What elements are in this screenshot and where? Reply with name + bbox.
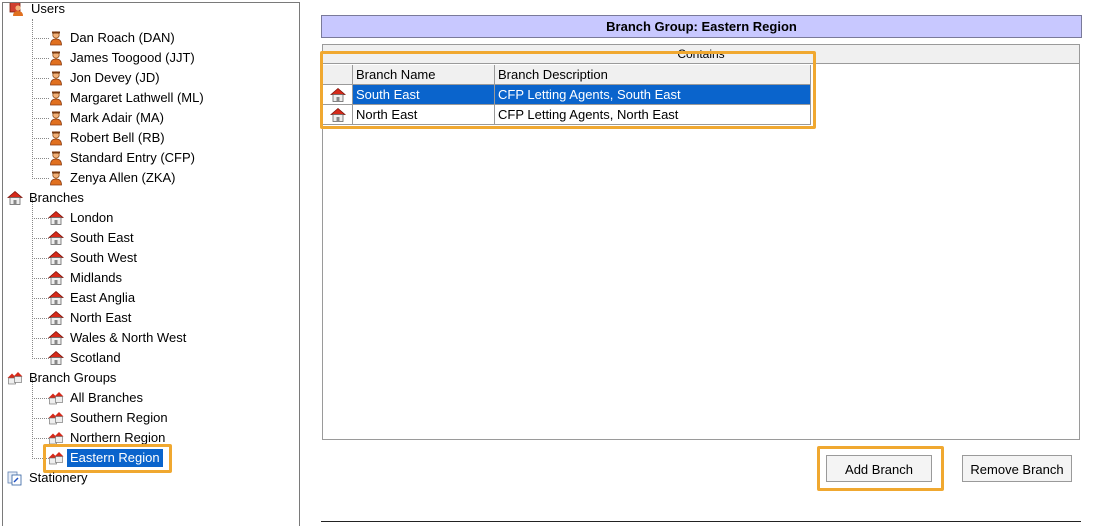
tree-node-label: Midlands bbox=[70, 270, 123, 285]
branch-name-cell[interactable]: North East bbox=[353, 105, 495, 125]
branch-house-icon bbox=[330, 107, 346, 123]
tree-node-label: South West bbox=[70, 250, 137, 265]
divider bbox=[321, 521, 1081, 522]
tree-node-branch-group[interactable]: Northern Region bbox=[48, 428, 168, 448]
tree-node-label: North East bbox=[70, 310, 132, 325]
tree-node-user[interactable]: Margaret Lathwell (ML) bbox=[48, 88, 207, 108]
branch-house-icon bbox=[330, 87, 346, 103]
tree-node-label: Dan Roach (DAN) bbox=[70, 30, 175, 45]
user-icon bbox=[48, 30, 64, 46]
branch-house-icon bbox=[7, 190, 23, 206]
branch-group-icon bbox=[7, 370, 23, 386]
tree-node-user[interactable]: Mark Adair (MA) bbox=[48, 108, 167, 128]
grid-header-row: Branch Name Branch Description bbox=[323, 65, 811, 85]
tree-node-label: Robert Bell (RB) bbox=[70, 130, 165, 145]
branch-house-icon bbox=[48, 210, 64, 226]
tree-node-user[interactable]: Jon Devey (JD) bbox=[48, 68, 163, 88]
stationery-icon bbox=[7, 470, 23, 486]
users-icon bbox=[9, 2, 25, 17]
tree-node-branches[interactable]: Branches bbox=[7, 188, 87, 208]
tree-node-user[interactable]: Dan Roach (DAN) bbox=[48, 28, 178, 48]
branch-house-icon bbox=[48, 290, 64, 306]
branch-house-icon bbox=[48, 330, 64, 346]
user-icon bbox=[48, 90, 64, 106]
tree-node-branch[interactable]: South East bbox=[48, 228, 137, 248]
tree-node-user[interactable]: James Toogood (JJT) bbox=[48, 48, 198, 68]
tree-node-branch[interactable]: Midlands bbox=[48, 268, 125, 288]
tree-node-user[interactable]: Zenya Allen (ZKA) bbox=[48, 168, 179, 188]
tree-node-label: All Branches bbox=[70, 390, 143, 405]
tree-node-label: Jon Devey (JD) bbox=[70, 70, 160, 85]
tree-node-branch-group[interactable]: All Branches bbox=[48, 388, 146, 408]
tree-node-label: Stationery bbox=[29, 470, 88, 485]
column-header-branch-name[interactable]: Branch Name bbox=[353, 65, 495, 85]
contains-panel: Contains Branch Name Branch Description … bbox=[322, 44, 1080, 440]
branch-group-icon bbox=[48, 430, 64, 446]
tree-node-label: Branch Groups bbox=[29, 370, 117, 385]
tree-node-label: Eastern Region bbox=[67, 449, 163, 467]
contains-header: Contains bbox=[323, 45, 1079, 64]
tree-node-label: Southern Region bbox=[70, 410, 168, 425]
branch-house-icon bbox=[48, 270, 64, 286]
tree-node-label: East Anglia bbox=[70, 290, 136, 305]
tree-node-branch[interactable]: North East bbox=[48, 308, 134, 328]
tree-node-label: London bbox=[70, 210, 114, 225]
column-header-branch-description[interactable]: Branch Description bbox=[495, 65, 811, 85]
tree-node-branch[interactable]: Wales & North West bbox=[48, 328, 189, 348]
table-row[interactable]: South East CFP Letting Agents, South Eas… bbox=[323, 85, 811, 105]
tree-node-branch-group[interactable]: Southern Region bbox=[48, 408, 171, 428]
tree-node-user[interactable]: Standard Entry (CFP) bbox=[48, 148, 198, 168]
tree-node-label: Mark Adair (MA) bbox=[70, 110, 164, 125]
tree-node-stationery[interactable]: Stationery bbox=[7, 468, 91, 488]
add-branch-button[interactable]: Add Branch bbox=[826, 455, 932, 482]
branch-name-cell[interactable]: South East bbox=[353, 85, 495, 105]
user-icon bbox=[48, 170, 64, 186]
branch-description-cell[interactable]: CFP Letting Agents, South East bbox=[495, 85, 811, 105]
tree-node-user[interactable]: Robert Bell (RB) bbox=[48, 128, 168, 148]
tree-node-label: Margaret Lathwell (ML) bbox=[70, 90, 204, 105]
tree-node-branch[interactable]: Scotland bbox=[48, 348, 124, 368]
branch-house-icon bbox=[48, 250, 64, 266]
table-row[interactable]: North East CFP Letting Agents, North Eas… bbox=[323, 105, 811, 125]
branch-group-icon bbox=[48, 390, 64, 406]
remove-branch-button[interactable]: Remove Branch bbox=[962, 455, 1072, 482]
user-icon bbox=[48, 70, 64, 86]
tree-node-branch[interactable]: East Anglia bbox=[48, 288, 138, 308]
tree-node-users[interactable]: Users bbox=[9, 2, 68, 19]
row-icon-cell bbox=[323, 85, 353, 105]
branch-house-icon bbox=[48, 350, 64, 366]
tree-node-label: Wales & North West bbox=[70, 330, 187, 345]
user-icon bbox=[48, 110, 64, 126]
branch-house-icon bbox=[48, 230, 64, 246]
grid-header-corner bbox=[323, 65, 353, 85]
user-icon bbox=[48, 150, 64, 166]
branch-group-title: Branch Group: Eastern Region bbox=[321, 15, 1082, 38]
user-icon bbox=[48, 130, 64, 146]
tree-node-label: Northern Region bbox=[70, 430, 166, 445]
navigation-tree[interactable]: Users Dan Roach (DAN) James Toogood (JJT… bbox=[2, 2, 300, 526]
tree-node-label: James Toogood (JJT) bbox=[70, 50, 195, 65]
branch-group-icon bbox=[48, 450, 64, 466]
tree-node-branch[interactable]: South West bbox=[48, 248, 140, 268]
branch-group-icon bbox=[48, 410, 64, 426]
tree-node-label: Standard Entry (CFP) bbox=[70, 150, 195, 165]
tree-node-label: Scotland bbox=[70, 350, 121, 365]
tree-node-branch[interactable]: London bbox=[48, 208, 116, 228]
user-icon bbox=[48, 50, 64, 66]
tree-node-label: Branches bbox=[29, 190, 84, 205]
tree-node-branch-groups[interactable]: Branch Groups bbox=[7, 368, 119, 388]
row-icon-cell bbox=[323, 105, 353, 125]
tree-node-label: Zenya Allen (ZKA) bbox=[70, 170, 176, 185]
branch-description-cell[interactable]: CFP Letting Agents, North East bbox=[495, 105, 811, 125]
tree-node-branch-group-selected[interactable]: Eastern Region bbox=[48, 448, 163, 468]
branch-house-icon bbox=[48, 310, 64, 326]
tree-node-label: South East bbox=[70, 230, 134, 245]
tree-node-label: Users bbox=[31, 2, 65, 16]
